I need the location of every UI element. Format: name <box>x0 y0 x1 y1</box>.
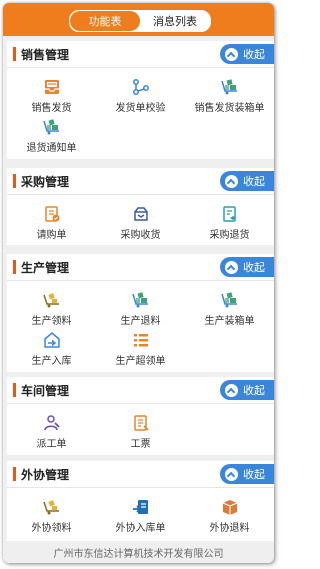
box-return-icon <box>222 500 238 515</box>
menu-item-label: 外协入库单 <box>115 523 166 534</box>
menu-item-shipment-verify[interactable]: 发货单校验 <box>96 74 185 114</box>
section-marker <box>13 383 16 397</box>
section-sales: 销售管理 收起 销售发货 发货单校验 销售发货装箱单 退货通知单 <box>7 41 274 159</box>
section-title: 外协管理 <box>21 468 70 482</box>
chevron-up-icon <box>225 174 238 188</box>
collapse-button[interactable]: 收起 <box>220 44 274 64</box>
menu-item-dispatch-order[interactable]: 派工单 <box>7 410 96 450</box>
share-nodes-icon <box>133 79 149 95</box>
menu-item-purchase-request[interactable]: 请购单 <box>7 201 96 241</box>
collapse-label: 收起 <box>243 175 265 188</box>
menu-item-label: 外协退料 <box>209 523 250 534</box>
section-marker <box>13 174 16 188</box>
menu-item-label: 生产领料 <box>31 316 72 327</box>
section-production: 生产管理 收起 生产领料 生产退料 生产装箱单 生产入库 生产超领单 <box>7 254 274 372</box>
section-header: 销售管理 收起 <box>7 41 274 68</box>
tab-functions[interactable]: 功能表 <box>70 11 140 31</box>
menu-item-label: 工票 <box>130 439 151 450</box>
menu-item-production-packing[interactable]: 生产装箱单 <box>185 287 274 327</box>
section-title: 采购管理 <box>21 175 70 189</box>
section-header: 车间管理 收起 <box>7 377 274 404</box>
boxes-dolly-icon <box>43 119 59 135</box>
list-icon <box>134 334 148 347</box>
app-frame: 功能表 消息列表 销售管理 收起 销售发货 发货单校验 销售发货装箱单 退货通知… <box>3 3 274 563</box>
menu-item-label: 退货通知单 <box>26 143 77 154</box>
menu-item-production-stock-in[interactable]: 生产入库 <box>7 327 96 367</box>
menu-item-label: 生产超领单 <box>115 356 166 367</box>
doc-in-icon <box>133 500 148 514</box>
section-workshop: 车间管理 收起 派工单 工票 <box>7 377 274 455</box>
section-purchasing: 采购管理 收起 请购单 采购收货 采购退货 <box>7 168 274 245</box>
section-marker <box>13 467 16 481</box>
company-footer: 广州市东信达计算机技术开发有限公司 <box>53 549 224 560</box>
menu-item-work-ticket[interactable]: 工票 <box>96 410 185 450</box>
collapse-button[interactable]: 收起 <box>220 380 274 400</box>
menu-item-purchase-return[interactable]: 采购退货 <box>185 201 274 241</box>
boxes-dolly-icon <box>221 79 237 95</box>
menu-item-label: 采购退货 <box>209 230 250 241</box>
worker-icon <box>44 415 60 431</box>
section-title: 销售管理 <box>21 48 70 62</box>
chevron-up-icon <box>225 47 238 61</box>
section-header: 生产管理 收起 <box>7 254 274 281</box>
collapse-label: 收起 <box>243 384 265 397</box>
top-header: 功能表 消息列表 <box>3 3 274 36</box>
section-outsourcing: 外协管理 收起 外协领料 外协入库单 外协退料 <box>7 461 274 541</box>
menu-item-outsource-return[interactable]: 外协退料 <box>185 494 274 534</box>
menu-item-label: 请购单 <box>36 230 67 241</box>
cart-boxes-icon <box>43 293 59 308</box>
menu-item-production-over-pick[interactable]: 生产超领单 <box>96 327 185 367</box>
menu-item-label: 生产入库 <box>31 356 72 367</box>
tab-messages[interactable]: 消息列表 <box>140 11 210 31</box>
menu-item-sales-packing[interactable]: 销售发货装箱单 <box>185 74 274 114</box>
chevron-up-icon <box>225 260 238 274</box>
section-title: 车间管理 <box>21 384 70 398</box>
collapse-label: 收起 <box>243 261 265 274</box>
collapse-button[interactable]: 收起 <box>220 464 274 484</box>
boxes-dolly-icon <box>221 292 237 308</box>
clipboard-check-icon <box>45 206 60 222</box>
chevron-up-icon <box>225 467 238 481</box>
menu-item-label: 销售发货装箱单 <box>194 103 265 114</box>
collapse-label: 收起 <box>243 468 265 481</box>
return-document-icon <box>223 206 236 222</box>
menu-item-outsource-picking[interactable]: 外协领料 <box>7 494 96 534</box>
section-marker <box>13 47 16 61</box>
menu-item-label: 发货单校验 <box>115 103 166 114</box>
menu-item-label: 生产装箱单 <box>204 316 255 327</box>
menu-item-production-return[interactable]: 生产退料 <box>96 287 185 327</box>
menu-item-purchase-receipt[interactable]: 采购收货 <box>96 201 185 241</box>
menu-item-label: 销售发货 <box>31 103 72 114</box>
warehouse-in-icon <box>44 332 60 348</box>
chevron-up-icon <box>225 383 238 397</box>
menu-item-label: 采购收货 <box>120 230 161 241</box>
collapse-label: 收起 <box>243 48 265 61</box>
section-marker <box>13 260 16 274</box>
cart-boxes-icon <box>43 500 59 515</box>
menu-item-production-picking[interactable]: 生产领料 <box>7 287 96 327</box>
ticket-doc-icon <box>134 415 149 431</box>
menu-item-sales-shipping[interactable]: 销售发货 <box>7 74 96 114</box>
collapse-button[interactable]: 收起 <box>220 257 274 277</box>
menu-item-label: 外协领料 <box>31 523 72 534</box>
section-title: 生产管理 <box>21 261 70 275</box>
menu-item-label: 生产退料 <box>120 316 161 327</box>
section-header: 外协管理 收起 <box>7 461 274 488</box>
menu-item-label: 派工单 <box>36 439 67 450</box>
boxes-dolly-icon <box>132 292 148 308</box>
menu-item-outsource-stock-in[interactable]: 外协入库单 <box>96 494 185 534</box>
tab-switcher: 功能表 消息列表 <box>69 10 211 32</box>
section-header: 采购管理 收起 <box>7 168 274 195</box>
inbox-tray-icon <box>45 80 59 94</box>
collapse-button[interactable]: 收起 <box>220 171 274 191</box>
menu-item-return-notice[interactable]: 退货通知单 <box>7 114 96 154</box>
receive-tray-icon <box>134 207 148 221</box>
